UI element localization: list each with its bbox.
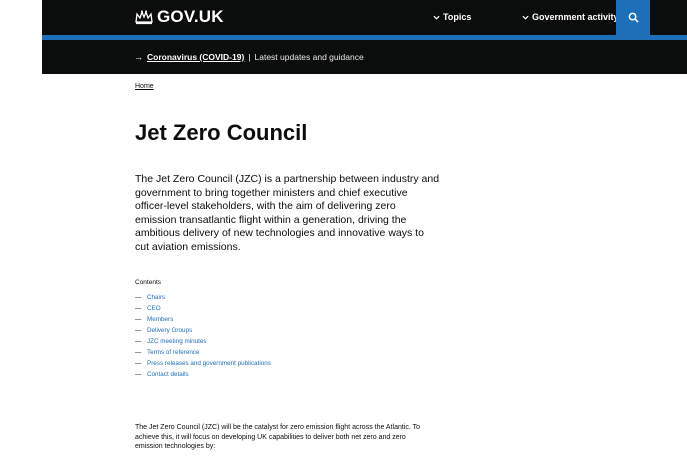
contents-item: — CEO [135, 303, 271, 314]
page: GOV.UK Topics Government activity → Coro… [0, 0, 687, 464]
page-title: Jet Zero Council [135, 120, 308, 145]
contents-item: — Chairs [135, 292, 271, 303]
nav-government-activity-label: Government activity [532, 12, 619, 22]
govuk-logo-text[interactable]: GOV.UK [157, 7, 224, 27]
contents-link-press-releases[interactable]: Press releases and government publicatio… [147, 358, 271, 369]
contents-link-chairs[interactable]: Chairs [147, 292, 165, 303]
dash: — [135, 305, 142, 312]
nav-topics[interactable]: Topics [433, 12, 471, 22]
contents-list: — Chairs — CEO — Members — Delivery Groups —… [135, 292, 271, 380]
dash: — [135, 349, 142, 356]
contents-heading: Contents [135, 279, 162, 286]
banner-separator: | [248, 52, 251, 62]
covid-link[interactable]: Coronavirus (COVID-19) [147, 52, 244, 62]
chevron-down-icon [433, 15, 440, 20]
nav-topics-label: Topics [443, 12, 472, 22]
covid-banner: → Coronavirus (COVID-19) | Latest update… [42, 40, 687, 74]
breadcrumb-home[interactable]: Home [135, 83, 154, 90]
search-button[interactable] [616, 0, 650, 35]
contents-link-members[interactable]: Members [147, 314, 173, 325]
contents-link-delivery-groups[interactable]: Delivery Groups [147, 325, 192, 336]
contents-link-contact-details[interactable]: Contact details [147, 369, 189, 380]
banner-guidance-text: Latest updates and guidance [254, 52, 364, 62]
contents-item: — Press releases and government publicati… [135, 358, 271, 369]
nav-government-activity[interactable]: Government activity [522, 12, 619, 22]
dash: — [135, 294, 142, 301]
contents-item: — Contact details [135, 369, 271, 380]
dash: — [135, 338, 142, 345]
contents-link-terms-of-reference[interactable]: Terms of reference [147, 347, 200, 358]
contents-link-meeting-minutes[interactable]: JZC meeting minutes [147, 336, 207, 347]
contents-item: — Delivery Groups [135, 325, 271, 336]
dash: — [135, 327, 142, 334]
crown-icon[interactable] [134, 9, 154, 25]
covid-banner-row: → Coronavirus (COVID-19) | Latest update… [134, 52, 364, 62]
body-paragraph: The Jet Zero Council (JZC) will be the c… [135, 424, 421, 450]
dash: — [135, 316, 142, 323]
contents-link-ceo[interactable]: CEO [147, 303, 161, 314]
contents-item: — Members [135, 314, 271, 325]
chevron-down-icon [522, 15, 529, 20]
contents-item: — JZC meeting minutes [135, 336, 271, 347]
contents-item: — Terms of reference [135, 347, 271, 358]
arrow-right-icon: → [134, 52, 143, 62]
site-header: GOV.UK Topics Government activity [42, 0, 687, 35]
dash: — [135, 360, 142, 367]
dash: — [135, 371, 142, 378]
search-icon [628, 12, 639, 23]
lead-paragraph: The Jet Zero Council (JZC) is a partners… [135, 173, 440, 253]
